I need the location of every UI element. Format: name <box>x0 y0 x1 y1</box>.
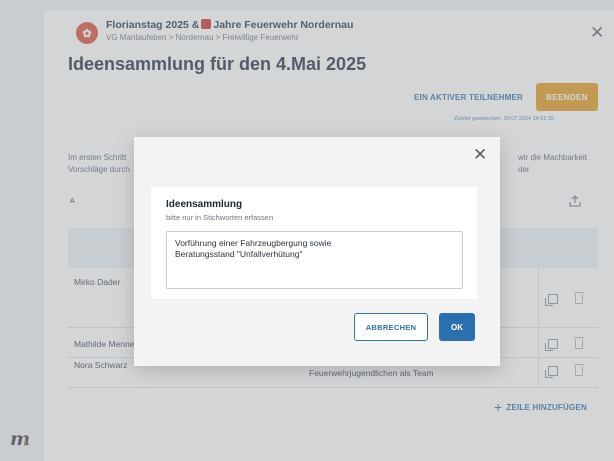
cancel-button[interactable]: ABBRECHEN <box>354 313 428 341</box>
close-icon[interactable]: ✕ <box>473 146 487 163</box>
idea-dialog: ✕ Ideensammlung bitte nur in Stichworten… <box>134 137 500 366</box>
ok-button[interactable]: OK <box>439 313 475 341</box>
idea-textarea[interactable]: Vorführung einer Fahrzeugbergung sowie B… <box>166 231 463 289</box>
field-label: Ideensammlung <box>166 199 243 210</box>
field-hint: bitte nur in Stichworten erfassen <box>166 213 274 222</box>
dialog-form-panel: Ideensammlung bitte nur in Stichworten e… <box>151 187 477 299</box>
